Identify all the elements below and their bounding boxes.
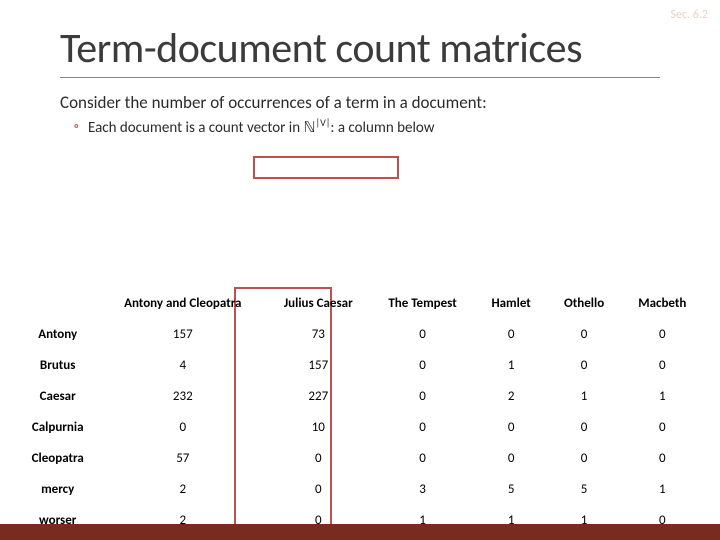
term-document-table: Antony and Cleopatra Julius Caesar The T…	[16, 288, 704, 536]
body-line: Consider the number of occurrences of a …	[60, 92, 660, 114]
cell: 0	[370, 319, 474, 350]
table-row: Caesar 232 227 0 2 1 1	[16, 381, 704, 412]
cell: 0	[548, 412, 621, 443]
cell: 3	[370, 474, 474, 505]
math-superscript: |V|	[316, 116, 331, 129]
table-header-row: Antony and Cleopatra Julius Caesar The T…	[16, 288, 704, 319]
slide: Sec. 6.2 Term-document count matrices Co…	[0, 0, 720, 540]
cell: 5	[548, 474, 621, 505]
cell: 232	[99, 381, 266, 412]
cell: 0	[548, 319, 621, 350]
col-header: Othello	[548, 288, 621, 319]
table-row: Antony 157 73 0 0 0 0	[16, 319, 704, 350]
cell: 157	[266, 350, 370, 381]
cell: 2	[475, 381, 548, 412]
cell: 0	[370, 443, 474, 474]
cell: 1	[621, 474, 704, 505]
cell: 0	[99, 412, 266, 443]
math-base: ℕ	[304, 120, 316, 136]
cell: 0	[266, 474, 370, 505]
cell: 0	[475, 412, 548, 443]
cell: 57	[99, 443, 266, 474]
col-header: The Tempest	[370, 288, 474, 319]
table-row: Brutus 4 157 0 1 0 0	[16, 350, 704, 381]
cell: 0	[370, 350, 474, 381]
row-label: Antony	[16, 319, 99, 350]
bullet-text-post: : a column below	[330, 119, 434, 137]
cell: 10	[266, 412, 370, 443]
cell: 0	[621, 350, 704, 381]
cell: 0	[621, 443, 704, 474]
col-header: Julius Caesar	[266, 288, 370, 319]
header-blank	[16, 288, 99, 319]
cell: 2	[99, 474, 266, 505]
sub-bullet: ◦ Each document is a count vector in ℕ|V…	[74, 116, 660, 137]
cell: 1	[475, 350, 548, 381]
bullet-icon: ◦	[74, 119, 79, 134]
highlight-box-row	[253, 156, 399, 179]
cell: 1	[621, 381, 704, 412]
cell: 227	[266, 381, 370, 412]
cell: 0	[475, 443, 548, 474]
bullet-text-pre: Each document is a count vector in	[88, 119, 304, 137]
cell: 0	[548, 350, 621, 381]
title-underline	[60, 77, 660, 78]
cell: 1	[548, 381, 621, 412]
cell: 0	[266, 443, 370, 474]
cell: 0	[548, 443, 621, 474]
table-row: Calpurnia 0 10 0 0 0 0	[16, 412, 704, 443]
cell: 0	[621, 412, 704, 443]
row-label: Brutus	[16, 350, 99, 381]
cell: 4	[99, 350, 266, 381]
cell: 0	[370, 412, 474, 443]
cell: 0	[621, 319, 704, 350]
col-header: Hamlet	[475, 288, 548, 319]
row-label: Caesar	[16, 381, 99, 412]
cell: 73	[266, 319, 370, 350]
row-label: Calpurnia	[16, 412, 99, 443]
col-header: Antony and Cleopatra	[99, 288, 266, 319]
cell: 157	[99, 319, 266, 350]
cell: 5	[475, 474, 548, 505]
cell: 0	[370, 381, 474, 412]
table-row: Cleopatra 57 0 0 0 0 0	[16, 443, 704, 474]
footer-bar	[0, 524, 720, 540]
slide-title: Term-document count matrices	[60, 26, 660, 71]
section-tag: Sec. 6.2	[671, 8, 709, 22]
row-label: Cleopatra	[16, 443, 99, 474]
col-header: Macbeth	[621, 288, 704, 319]
row-label: mercy	[16, 474, 99, 505]
table-row: mercy 2 0 3 5 5 1	[16, 474, 704, 505]
cell: 0	[475, 319, 548, 350]
